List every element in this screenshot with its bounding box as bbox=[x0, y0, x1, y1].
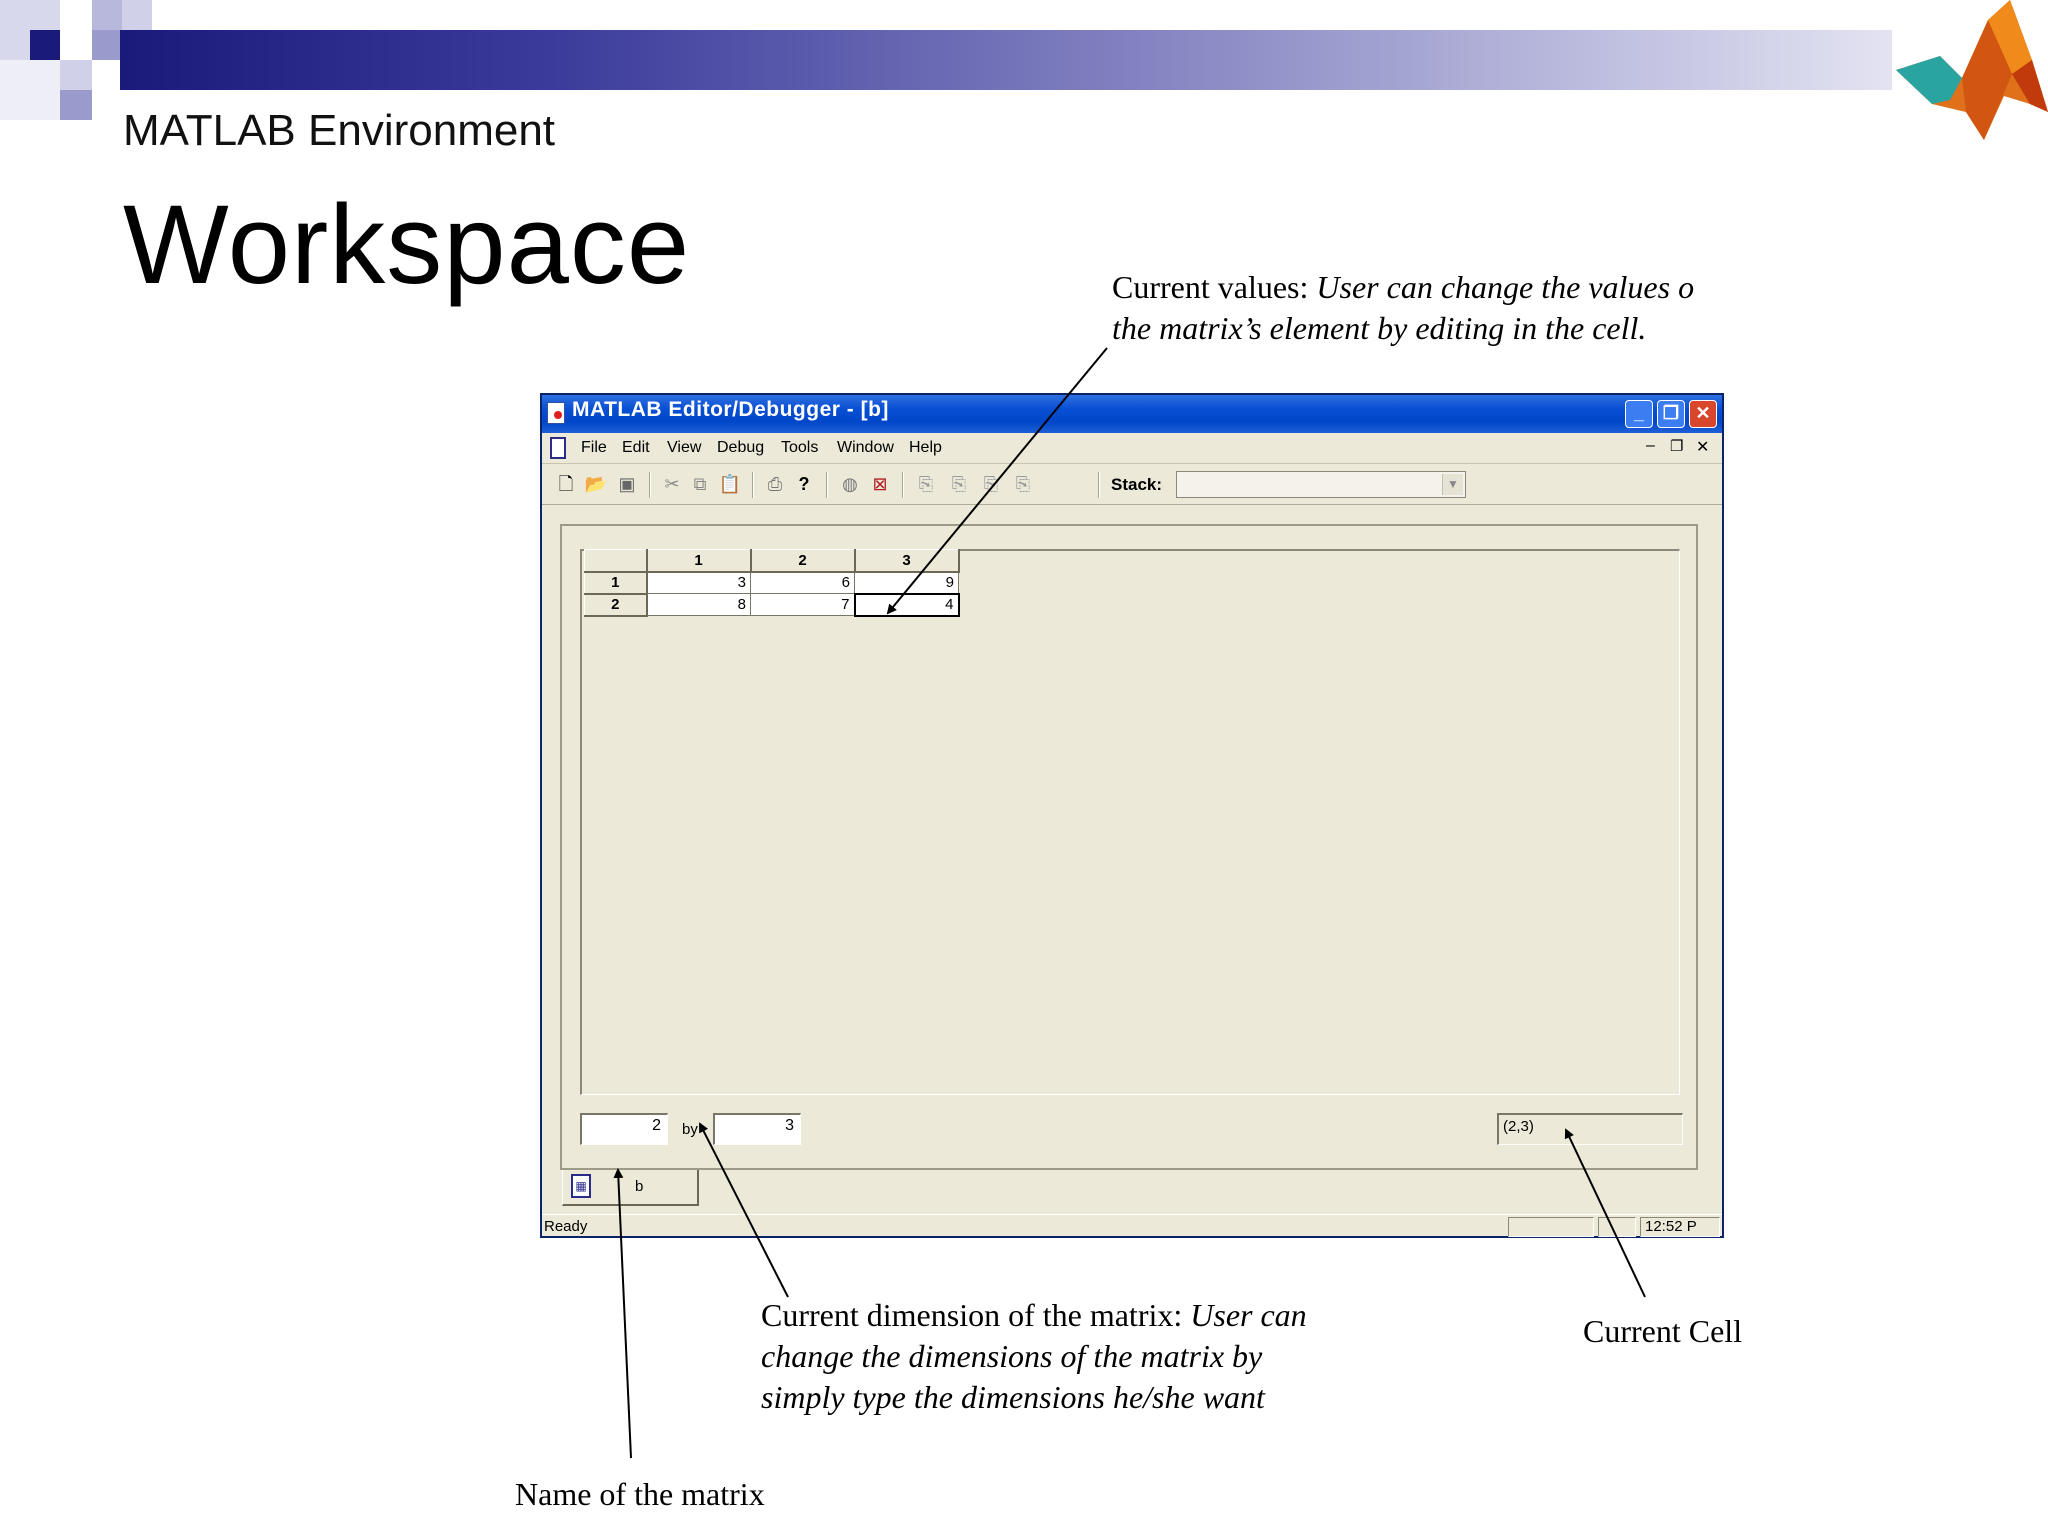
clear-breakpoints-icon[interactable]: ⊠ bbox=[868, 472, 892, 496]
array-editor-grid-area bbox=[580, 549, 1680, 1095]
annotation-current-cell: Current Cell bbox=[1583, 1313, 1743, 1349]
save-icon[interactable]: ▣ bbox=[615, 472, 639, 496]
mdi-close-button[interactable]: ✕ bbox=[1696, 437, 1709, 457]
matrix-cell[interactable]: 7 bbox=[750, 593, 855, 616]
document-icon[interactable] bbox=[550, 437, 566, 459]
title-bar[interactable]: MATLAB Editor/Debugger - [b] _ ❐ ✕ bbox=[542, 395, 1722, 433]
status-text: Ready bbox=[544, 1218, 588, 1235]
by-label: by bbox=[682, 1121, 698, 1138]
print-icon[interactable]: ⎙ bbox=[763, 472, 787, 496]
toolbar-separator bbox=[902, 472, 904, 498]
column-header[interactable]: 2 bbox=[750, 549, 856, 573]
status-pane bbox=[1598, 1217, 1636, 1237]
menu-help[interactable]: Help bbox=[909, 439, 942, 457]
step-in-icon[interactable]: ⎘ bbox=[947, 472, 971, 496]
toolbar-separator bbox=[1098, 472, 1100, 498]
annotation-dimension-italic-1: User can bbox=[1190, 1297, 1307, 1333]
annotation-dimension: Current dimension of the matrix: User ca… bbox=[761, 1295, 1387, 1418]
menu-edit[interactable]: Edit bbox=[622, 439, 650, 457]
matrix-cell[interactable]: 3 bbox=[646, 571, 751, 594]
matlab-editor-window: MATLAB Editor/Debugger - [b] _ ❐ ✕ File … bbox=[540, 393, 1724, 1238]
step-out-icon[interactable]: ⎘ bbox=[979, 472, 1003, 496]
toolbar-separator bbox=[826, 472, 828, 498]
menu-tools[interactable]: Tools bbox=[781, 439, 818, 457]
continue-icon[interactable]: ⎘ bbox=[1011, 472, 1035, 496]
annotation-current-values-italic-2: the matrix’s element by editing in the c… bbox=[1112, 310, 1647, 346]
mdi-minimize-button[interactable]: – bbox=[1646, 437, 1655, 455]
matrix-cell[interactable]: 6 bbox=[750, 571, 855, 594]
matrix-cell[interactable]: 9 bbox=[854, 571, 959, 594]
column-header[interactable]: 3 bbox=[854, 549, 960, 573]
status-pane bbox=[1508, 1217, 1594, 1237]
annotation-current-values: Current values: User can change the valu… bbox=[1112, 267, 1762, 349]
menu-bar: File Edit View Debug Tools Window Help –… bbox=[542, 433, 1722, 464]
matlab-logo-icon bbox=[1892, 0, 2048, 150]
header-gradient-bar bbox=[120, 30, 1892, 90]
columns-input[interactable]: 3 bbox=[713, 1113, 801, 1145]
annotation-current-values-lead: Current values: bbox=[1112, 269, 1317, 305]
matrix-cell[interactable]: 8 bbox=[646, 593, 751, 616]
cut-icon[interactable]: ✂ bbox=[660, 472, 684, 496]
close-button[interactable]: ✕ bbox=[1689, 400, 1717, 428]
menu-debug[interactable]: Debug bbox=[717, 439, 764, 457]
window-title: MATLAB Editor/Debugger - [b] bbox=[572, 398, 889, 421]
annotation-current-values-italic-1: User can change the values o bbox=[1316, 269, 1695, 305]
chevron-down-icon[interactable]: ▼ bbox=[1442, 474, 1463, 495]
tab-label: b bbox=[635, 1178, 644, 1195]
slide-title: Workspace bbox=[123, 182, 691, 307]
breakpoint-icon[interactable]: ◍ bbox=[838, 472, 862, 496]
table-header-row: 1 2 3 bbox=[584, 549, 960, 573]
column-header[interactable]: 1 bbox=[646, 549, 752, 573]
step-icon[interactable]: ⎘ bbox=[914, 472, 938, 496]
row-header[interactable]: 2 bbox=[584, 593, 648, 617]
annotation-dimension-lead: Current dimension of the matrix: bbox=[761, 1297, 1191, 1333]
stack-dropdown[interactable]: ▼ bbox=[1176, 471, 1466, 498]
selected-matrix-cell[interactable]: 4 bbox=[853, 592, 960, 617]
stack-label: Stack: bbox=[1111, 475, 1163, 494]
matrix-icon: ▦ bbox=[571, 1174, 591, 1198]
mdi-restore-button[interactable]: ❐ bbox=[1670, 437, 1683, 455]
paste-icon[interactable]: 📋 bbox=[718, 472, 742, 496]
matrix-grid: 1 2 3 1 3 6 9 2 8 7 4 bbox=[584, 549, 960, 617]
toolbar-separator bbox=[752, 472, 754, 498]
annotation-matrix-name: Name of the matrix bbox=[515, 1476, 765, 1512]
toolbar: 🗋 📂 ▣ ✂ ⧉ 📋 ⎙ ? ◍ ⊠ ⎘ ⎘ ⎘ ⎘ Stack: ▼ bbox=[542, 464, 1722, 505]
annotation-dimension-italic-2: change the dimensions of the matrix by bbox=[761, 1338, 1263, 1374]
copy-icon[interactable]: ⧉ bbox=[688, 472, 712, 496]
current-cell-field: (2,3) bbox=[1497, 1113, 1683, 1145]
slide-kicker: MATLAB Environment bbox=[123, 106, 556, 155]
table-row: 1 3 6 9 bbox=[584, 571, 959, 595]
maximize-button[interactable]: ❐ bbox=[1657, 400, 1685, 428]
table-row: 2 8 7 4 bbox=[584, 592, 960, 617]
open-folder-icon[interactable]: 📂 bbox=[584, 472, 608, 496]
status-clock: 12:52 P bbox=[1640, 1217, 1720, 1237]
menu-file[interactable]: File bbox=[581, 439, 607, 457]
row-header[interactable]: 1 bbox=[584, 571, 648, 595]
minimize-button[interactable]: _ bbox=[1625, 400, 1653, 428]
menu-window[interactable]: Window bbox=[837, 439, 894, 457]
help-icon[interactable]: ? bbox=[792, 472, 816, 496]
new-file-icon[interactable]: 🗋 bbox=[554, 472, 578, 496]
menu-view[interactable]: View bbox=[667, 439, 701, 457]
status-bar: Ready 12:52 P bbox=[542, 1214, 1722, 1239]
app-icon[interactable] bbox=[547, 402, 565, 424]
grid-corner bbox=[584, 549, 648, 573]
rows-input[interactable]: 2 bbox=[580, 1113, 668, 1145]
annotation-dimension-italic-3: simply type the dimensions he/she want bbox=[761, 1379, 1265, 1415]
toolbar-separator bbox=[649, 472, 651, 498]
tab-b[interactable]: ▦ b bbox=[562, 1170, 699, 1206]
